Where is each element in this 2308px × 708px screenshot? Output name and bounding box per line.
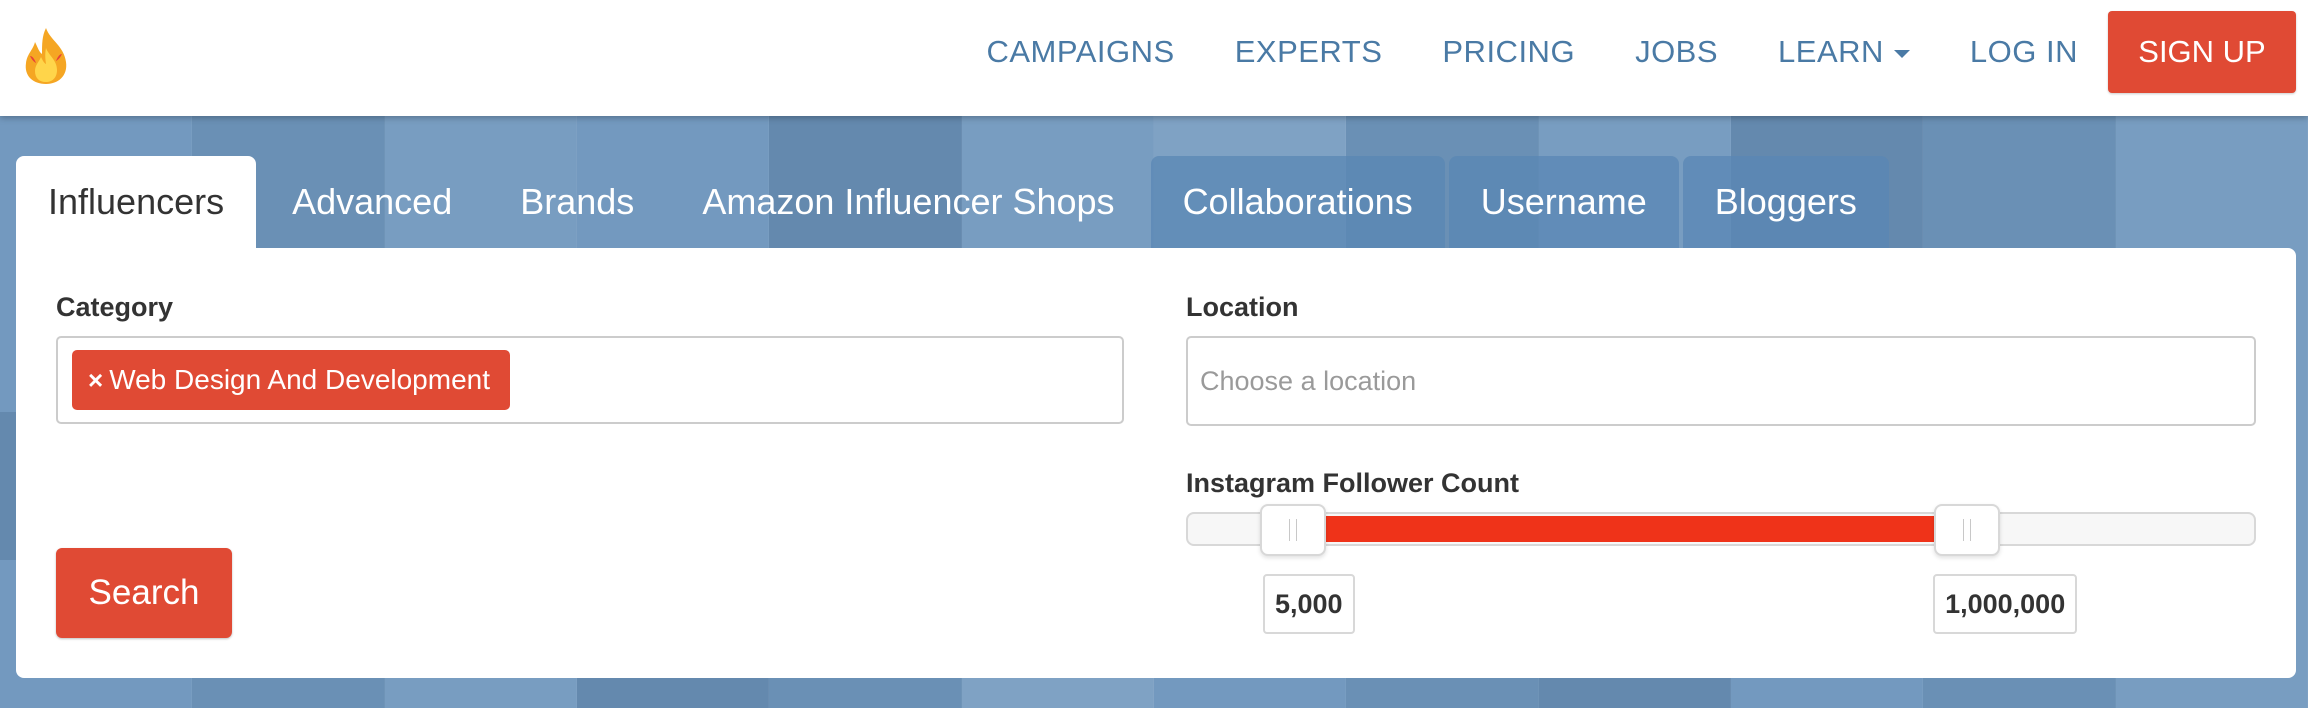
grip-icon xyxy=(1289,519,1297,541)
follower-min-value[interactable]: 5,000 xyxy=(1263,574,1355,634)
follower-count-label: Instagram Follower Count xyxy=(1186,468,1520,498)
tab-collaborations[interactable]: Collaborations xyxy=(1150,156,1445,248)
tab-amazon-influencer-shops[interactable]: Amazon Influencer Shops xyxy=(670,156,1146,248)
category-label: Category xyxy=(56,292,174,322)
nav-campaigns[interactable]: CAMPAIGNS xyxy=(986,34,1174,70)
search-tabs: Influencers Advanced Brands Amazon Influ… xyxy=(16,156,1893,248)
nav-login[interactable]: LOG IN xyxy=(1970,34,2078,70)
search-panel: Category × Web Design And Development Lo… xyxy=(16,248,2296,678)
top-navbar: CAMPAIGNS EXPERTS PRICING JOBS LEARN LOG… xyxy=(0,0,2308,116)
nav-pricing[interactable]: PRICING xyxy=(1442,34,1575,70)
follower-slider-max-handle[interactable] xyxy=(1934,504,2001,556)
search-button[interactable]: Search xyxy=(56,548,232,638)
follower-slider-min-handle[interactable] xyxy=(1260,504,1326,556)
nav-learn-label: LEARN xyxy=(1778,34,1884,69)
category-chip: × Web Design And Development xyxy=(72,350,511,410)
location-input[interactable] xyxy=(1186,336,2256,426)
category-select[interactable]: × Web Design And Development xyxy=(56,336,1124,424)
follower-slider-range xyxy=(1295,516,1970,542)
tab-advanced[interactable]: Advanced xyxy=(260,156,484,248)
remove-chip-icon[interactable]: × xyxy=(88,365,103,396)
tab-bloggers[interactable]: Bloggers xyxy=(1682,156,1889,248)
tab-brands[interactable]: Brands xyxy=(488,156,666,248)
tab-username[interactable]: Username xyxy=(1448,156,1679,248)
nav-jobs[interactable]: JOBS xyxy=(1635,34,1718,70)
grip-icon xyxy=(1963,519,1972,541)
tab-influencers[interactable]: Influencers xyxy=(16,156,257,248)
nav-experts[interactable]: EXPERTS xyxy=(1235,34,1383,70)
category-chip-label: Web Design And Development xyxy=(109,364,491,395)
location-label: Location xyxy=(1186,292,1299,322)
follower-slider-track[interactable] xyxy=(1186,512,2256,546)
fire-icon[interactable] xyxy=(20,26,72,86)
caret-down-icon xyxy=(1893,50,1910,58)
nav-learn-dropdown[interactable]: LEARN xyxy=(1778,34,1910,70)
main-nav: CAMPAIGNS EXPERTS PRICING JOBS LEARN LOG… xyxy=(986,0,2308,104)
signup-button[interactable]: SIGN UP xyxy=(2108,11,2296,93)
follower-max-value[interactable]: 1,000,000 xyxy=(1933,574,2078,634)
